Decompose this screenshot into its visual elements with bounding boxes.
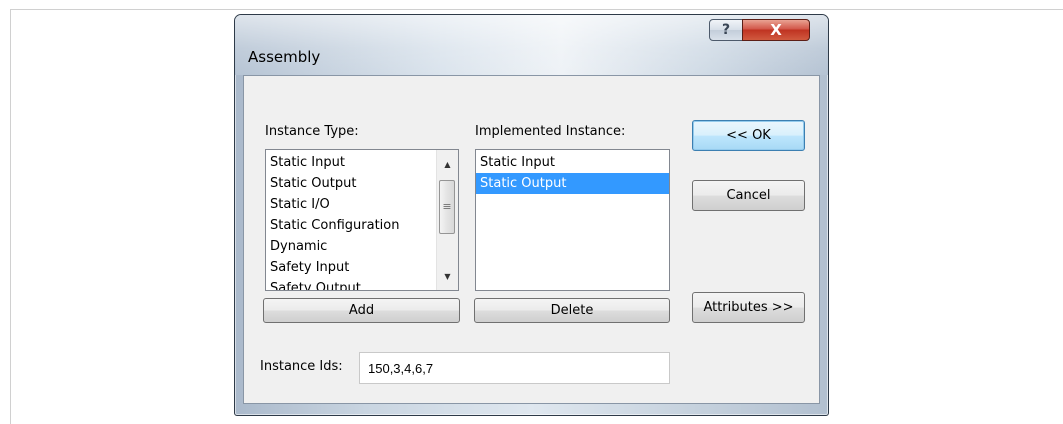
close-icon: X (770, 21, 782, 39)
list-item[interactable]: Static Input (476, 152, 669, 173)
instance-ids-input[interactable] (359, 352, 670, 384)
instance-type-label: Instance Type: (265, 124, 359, 139)
window-title: Assembly (248, 48, 321, 66)
instance-ids-label: Instance Ids: (260, 359, 343, 374)
scroll-up-arrow-icon[interactable]: ▲ (437, 154, 458, 175)
list-item-selected[interactable]: Static Output (476, 173, 669, 194)
list-item[interactable]: Static Output (266, 173, 458, 194)
help-icon: ? (721, 22, 731, 38)
thumb-grip-icon: ≡ (442, 200, 452, 213)
delete-button[interactable]: Delete (474, 298, 670, 323)
list-item[interactable]: Static I/O (266, 194, 458, 215)
instance-type-listbox[interactable]: Static Input Static Output Static I/O St… (265, 149, 459, 291)
list-item[interactable]: Dynamic (266, 236, 458, 257)
dialog-client-area: Instance Type: Static Input Static Outpu… (243, 75, 820, 404)
scrollbar-thumb[interactable]: ≡ (439, 180, 455, 234)
add-button[interactable]: Add (263, 298, 460, 323)
attributes-button[interactable]: Attributes >> (692, 292, 805, 323)
list-item[interactable]: Safety Input (266, 257, 458, 278)
list-item[interactable]: Safety Output (266, 278, 458, 290)
ok-button[interactable]: << OK (692, 120, 805, 151)
page-frame-left (10, 9, 11, 424)
list-item[interactable]: Static Configuration (266, 215, 458, 236)
assembly-dialog: Assembly ? X Instance Type: Static Input… (234, 14, 829, 416)
instance-type-scrollbar[interactable]: ▲ ≡ ▼ (436, 150, 458, 290)
implemented-instance-label: Implemented Instance: (475, 124, 626, 139)
scroll-down-arrow-icon[interactable]: ▼ (437, 266, 458, 287)
list-item[interactable]: Static Input (266, 152, 458, 173)
help-button[interactable]: ? (709, 19, 743, 41)
implemented-instance-listbox[interactable]: Static Input Static Output (475, 149, 670, 291)
title-bar[interactable]: Assembly ? X (235, 15, 828, 75)
page-frame-top (10, 9, 1063, 10)
page: Assembly ? X Instance Type: Static Input… (0, 0, 1063, 424)
cancel-button[interactable]: Cancel (692, 180, 805, 211)
close-button[interactable]: X (742, 19, 810, 41)
